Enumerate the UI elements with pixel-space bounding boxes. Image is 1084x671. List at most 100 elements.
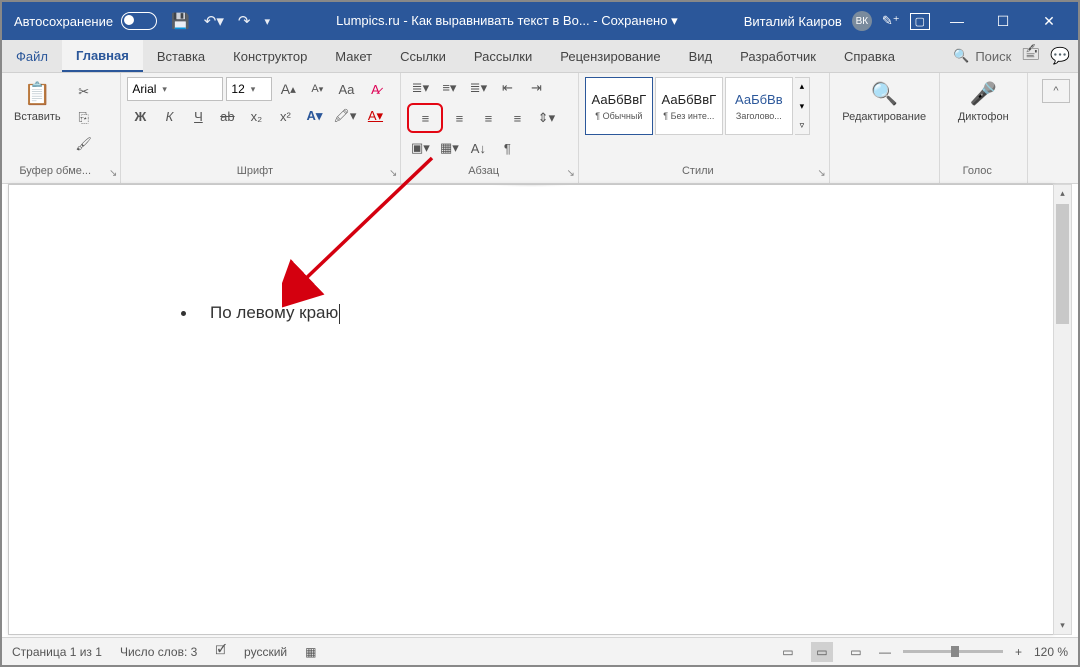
- vertical-scrollbar[interactable]: ▴ ▾: [1053, 184, 1072, 635]
- status-words[interactable]: Число слов: 3: [120, 645, 197, 659]
- autosave-label: Автосохранение: [14, 14, 113, 29]
- borders-icon[interactable]: ▦▾: [436, 137, 462, 159]
- user-name: Виталий Каиров: [744, 14, 842, 29]
- undo-icon[interactable]: ↶▾: [204, 12, 224, 30]
- increase-indent-icon[interactable]: ⇥: [523, 77, 549, 99]
- tab-home[interactable]: Главная: [62, 40, 143, 72]
- text-effects-icon[interactable]: A▾: [301, 105, 327, 127]
- web-layout-icon[interactable]: ▭: [845, 642, 867, 662]
- highlight-icon[interactable]: 🖍▾: [330, 105, 359, 127]
- close-button[interactable]: ✕: [1026, 2, 1072, 40]
- font-color-icon[interactable]: A▾: [362, 105, 388, 127]
- minimize-button[interactable]: —: [934, 2, 980, 40]
- line-spacing-icon[interactable]: ⇕▾: [533, 107, 559, 129]
- group-clipboard: 📋Вставить ✂ ⎘ 🖌 Буфер обме... ↘: [2, 73, 121, 183]
- styles-up-icon[interactable]: ▴: [795, 78, 809, 95]
- drawing-tools-icon[interactable]: ✎⁺: [882, 13, 900, 29]
- bullets-icon[interactable]: ≣▾: [407, 77, 433, 99]
- collapse-ribbon-icon[interactable]: ^: [1042, 79, 1070, 103]
- autosave-toggle[interactable]: [121, 12, 157, 30]
- tab-view[interactable]: Вид: [675, 40, 727, 72]
- font-size-combo[interactable]: 12▾: [226, 77, 272, 101]
- zoom-level[interactable]: 120 %: [1034, 645, 1068, 659]
- window-title: Lumpics.ru - Как выравнивать текст в Во.…: [270, 13, 744, 29]
- search-box[interactable]: 🔍 Поиск: [953, 48, 1011, 64]
- subscript-button[interactable]: x₂: [243, 105, 269, 127]
- mic-icon: 🎤: [970, 81, 997, 107]
- read-mode-icon[interactable]: ▭: [777, 642, 799, 662]
- find-button[interactable]: 🔍Редактирование: [836, 77, 933, 127]
- group-styles: АаБбВвГ¶ Обычный АаБбВвГ¶ Без инте... Аа…: [579, 73, 830, 183]
- group-label: Голос: [940, 165, 1015, 181]
- tab-design[interactable]: Конструктор: [219, 40, 321, 72]
- scroll-down-icon[interactable]: ▾: [1054, 617, 1071, 634]
- shading-icon[interactable]: ▣▾: [407, 137, 433, 159]
- format-painter-icon[interactable]: 🖌: [71, 133, 97, 155]
- user-avatar[interactable]: ВК: [852, 11, 872, 31]
- align-left-button[interactable]: ≡: [411, 106, 439, 130]
- sort-icon[interactable]: A↓: [465, 137, 491, 159]
- copy-icon[interactable]: ⎘: [71, 107, 97, 129]
- paste-button[interactable]: 📋Вставить: [8, 77, 67, 127]
- paragraph-dialog-icon[interactable]: ↘: [566, 168, 574, 179]
- zoom-in-icon[interactable]: +: [1015, 645, 1022, 659]
- macro-icon[interactable]: ▦: [305, 645, 316, 659]
- font-name-combo[interactable]: Arial▾: [127, 77, 223, 101]
- style-normal[interactable]: АаБбВвГ¶ Обычный: [585, 77, 653, 135]
- tab-insert[interactable]: Вставка: [143, 40, 219, 72]
- tab-references[interactable]: Ссылки: [386, 40, 460, 72]
- align-center-button[interactable]: ≡: [446, 107, 472, 129]
- print-layout-icon[interactable]: ▭: [811, 642, 833, 662]
- numbering-icon[interactable]: ≡▾: [436, 77, 462, 99]
- tab-layout[interactable]: Макет: [321, 40, 386, 72]
- status-bar: Страница 1 из 1 Число слов: 3 🗹 русский …: [2, 637, 1078, 665]
- cut-icon[interactable]: ✂: [71, 81, 97, 103]
- clipboard-dialog-icon[interactable]: ↘: [109, 168, 117, 179]
- style-no-spacing[interactable]: АаБбВвГ¶ Без инте...: [655, 77, 723, 135]
- bold-button[interactable]: Ж: [127, 105, 153, 127]
- clear-format-icon[interactable]: A̷: [362, 78, 388, 100]
- tab-developer[interactable]: Разработчик: [726, 40, 830, 72]
- status-language[interactable]: русский: [244, 645, 287, 659]
- font-dialog-icon[interactable]: ↘: [389, 168, 397, 179]
- show-marks-icon[interactable]: ¶: [494, 137, 520, 159]
- change-case-icon[interactable]: Aa: [333, 78, 359, 100]
- styles-down-icon[interactable]: ▾: [795, 98, 809, 115]
- share-icon[interactable]: 🖆: [1021, 43, 1040, 70]
- multilevel-icon[interactable]: ≣▾: [465, 77, 491, 99]
- scroll-track[interactable]: [1054, 326, 1071, 617]
- styles-dialog-icon[interactable]: ↘: [817, 168, 825, 179]
- tab-review[interactable]: Рецензирование: [546, 40, 674, 72]
- document-canvas[interactable]: По левому краю: [8, 184, 1054, 635]
- zoom-out-icon[interactable]: —: [879, 645, 891, 659]
- page-edge: [9, 185, 1053, 211]
- align-justify-button[interactable]: ≡: [504, 107, 530, 129]
- zoom-slider[interactable]: [903, 650, 1003, 653]
- maximize-button[interactable]: ☐: [980, 2, 1026, 40]
- tab-mailings[interactable]: Рассылки: [460, 40, 546, 72]
- tab-file[interactable]: Файл: [2, 40, 62, 72]
- shrink-font-icon[interactable]: A▾: [304, 78, 330, 100]
- italic-button[interactable]: К: [156, 105, 182, 127]
- align-right-button[interactable]: ≡: [475, 107, 501, 129]
- strike-button[interactable]: ab: [214, 105, 240, 127]
- superscript-button[interactable]: x²: [272, 105, 298, 127]
- spellcheck-icon[interactable]: 🗹: [215, 641, 226, 662]
- decrease-indent-icon[interactable]: ⇤: [494, 77, 520, 99]
- grow-font-icon[interactable]: A▴: [275, 78, 301, 100]
- status-page[interactable]: Страница 1 из 1: [12, 645, 102, 659]
- scroll-thumb[interactable]: [1056, 204, 1069, 324]
- tab-help[interactable]: Справка: [830, 40, 909, 72]
- ribbon-display-icon[interactable]: ▢: [910, 13, 930, 30]
- style-heading1[interactable]: АаБбВвЗаголово...: [725, 77, 793, 135]
- group-label: Абзац: [401, 165, 565, 181]
- scroll-up-icon[interactable]: ▴: [1054, 185, 1071, 202]
- underline-button[interactable]: Ч: [185, 105, 211, 127]
- dictate-button[interactable]: 🎤Диктофон: [946, 77, 1021, 127]
- redo-icon[interactable]: ↷: [238, 12, 251, 30]
- comments-icon[interactable]: 💬: [1050, 46, 1070, 66]
- save-icon[interactable]: 💾: [171, 12, 190, 30]
- styles-more-icon[interactable]: ▿: [795, 117, 809, 134]
- qat-dropdown-icon[interactable]: ▾: [264, 15, 270, 28]
- find-icon: 🔍: [870, 81, 897, 107]
